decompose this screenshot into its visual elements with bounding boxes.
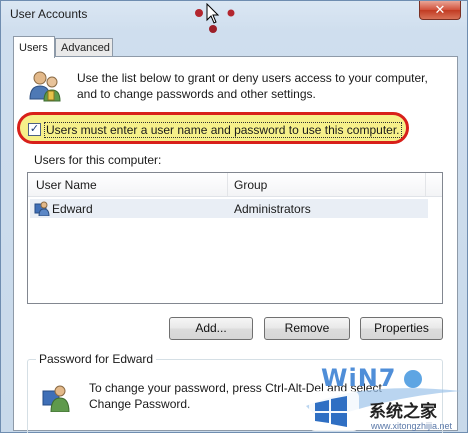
site-watermark: WiN7 系统之家 www.xitongzhijia.net (301, 351, 468, 433)
users-icon (29, 71, 61, 102)
close-button[interactable]: ✕ (419, 1, 461, 20)
password-group-title: Password for Edward (36, 352, 157, 366)
column-user-name[interactable]: User Name (36, 178, 97, 192)
cell-group: Administrators (234, 202, 311, 216)
cell-user-name: Edward (52, 202, 93, 216)
tab-advanced[interactable]: Advanced (55, 38, 113, 58)
table-row[interactable]: Edward Administrators (30, 199, 428, 218)
users-list[interactable]: User Name Group Edward Administrators (27, 172, 443, 304)
remove-button[interactable]: Remove (264, 317, 350, 340)
watermark-url: www.xitongzhijia.net (371, 421, 453, 431)
intro-text: Use the list below to grant or deny user… (77, 71, 428, 101)
column-divider[interactable] (425, 173, 426, 196)
users-list-label: Users for this computer: (34, 153, 162, 167)
add-button[interactable]: Add... (169, 317, 253, 340)
password-user-icon (42, 385, 70, 412)
require-login-checkbox[interactable]: ✓ (28, 123, 41, 136)
require-login-label[interactable]: Users must enter a user name and passwor… (44, 122, 402, 138)
properties-button[interactable]: Properties (360, 317, 443, 340)
mouse-cursor-icon (206, 3, 220, 24)
watermark-win-text: WiN7 (321, 364, 397, 392)
user-icon (34, 201, 50, 216)
column-group[interactable]: Group (234, 178, 267, 192)
watermark-brand: 系统之家 (369, 402, 437, 421)
column-divider[interactable] (227, 173, 228, 196)
title-bar[interactable]: User Accounts ✕ (1, 1, 467, 33)
tab-users[interactable]: Users (13, 36, 55, 58)
window-title: User Accounts (10, 7, 88, 21)
user-accounts-window: User Accounts ✕ Users Advanced Use the l… (0, 0, 468, 433)
list-header: User Name Group (28, 173, 442, 197)
